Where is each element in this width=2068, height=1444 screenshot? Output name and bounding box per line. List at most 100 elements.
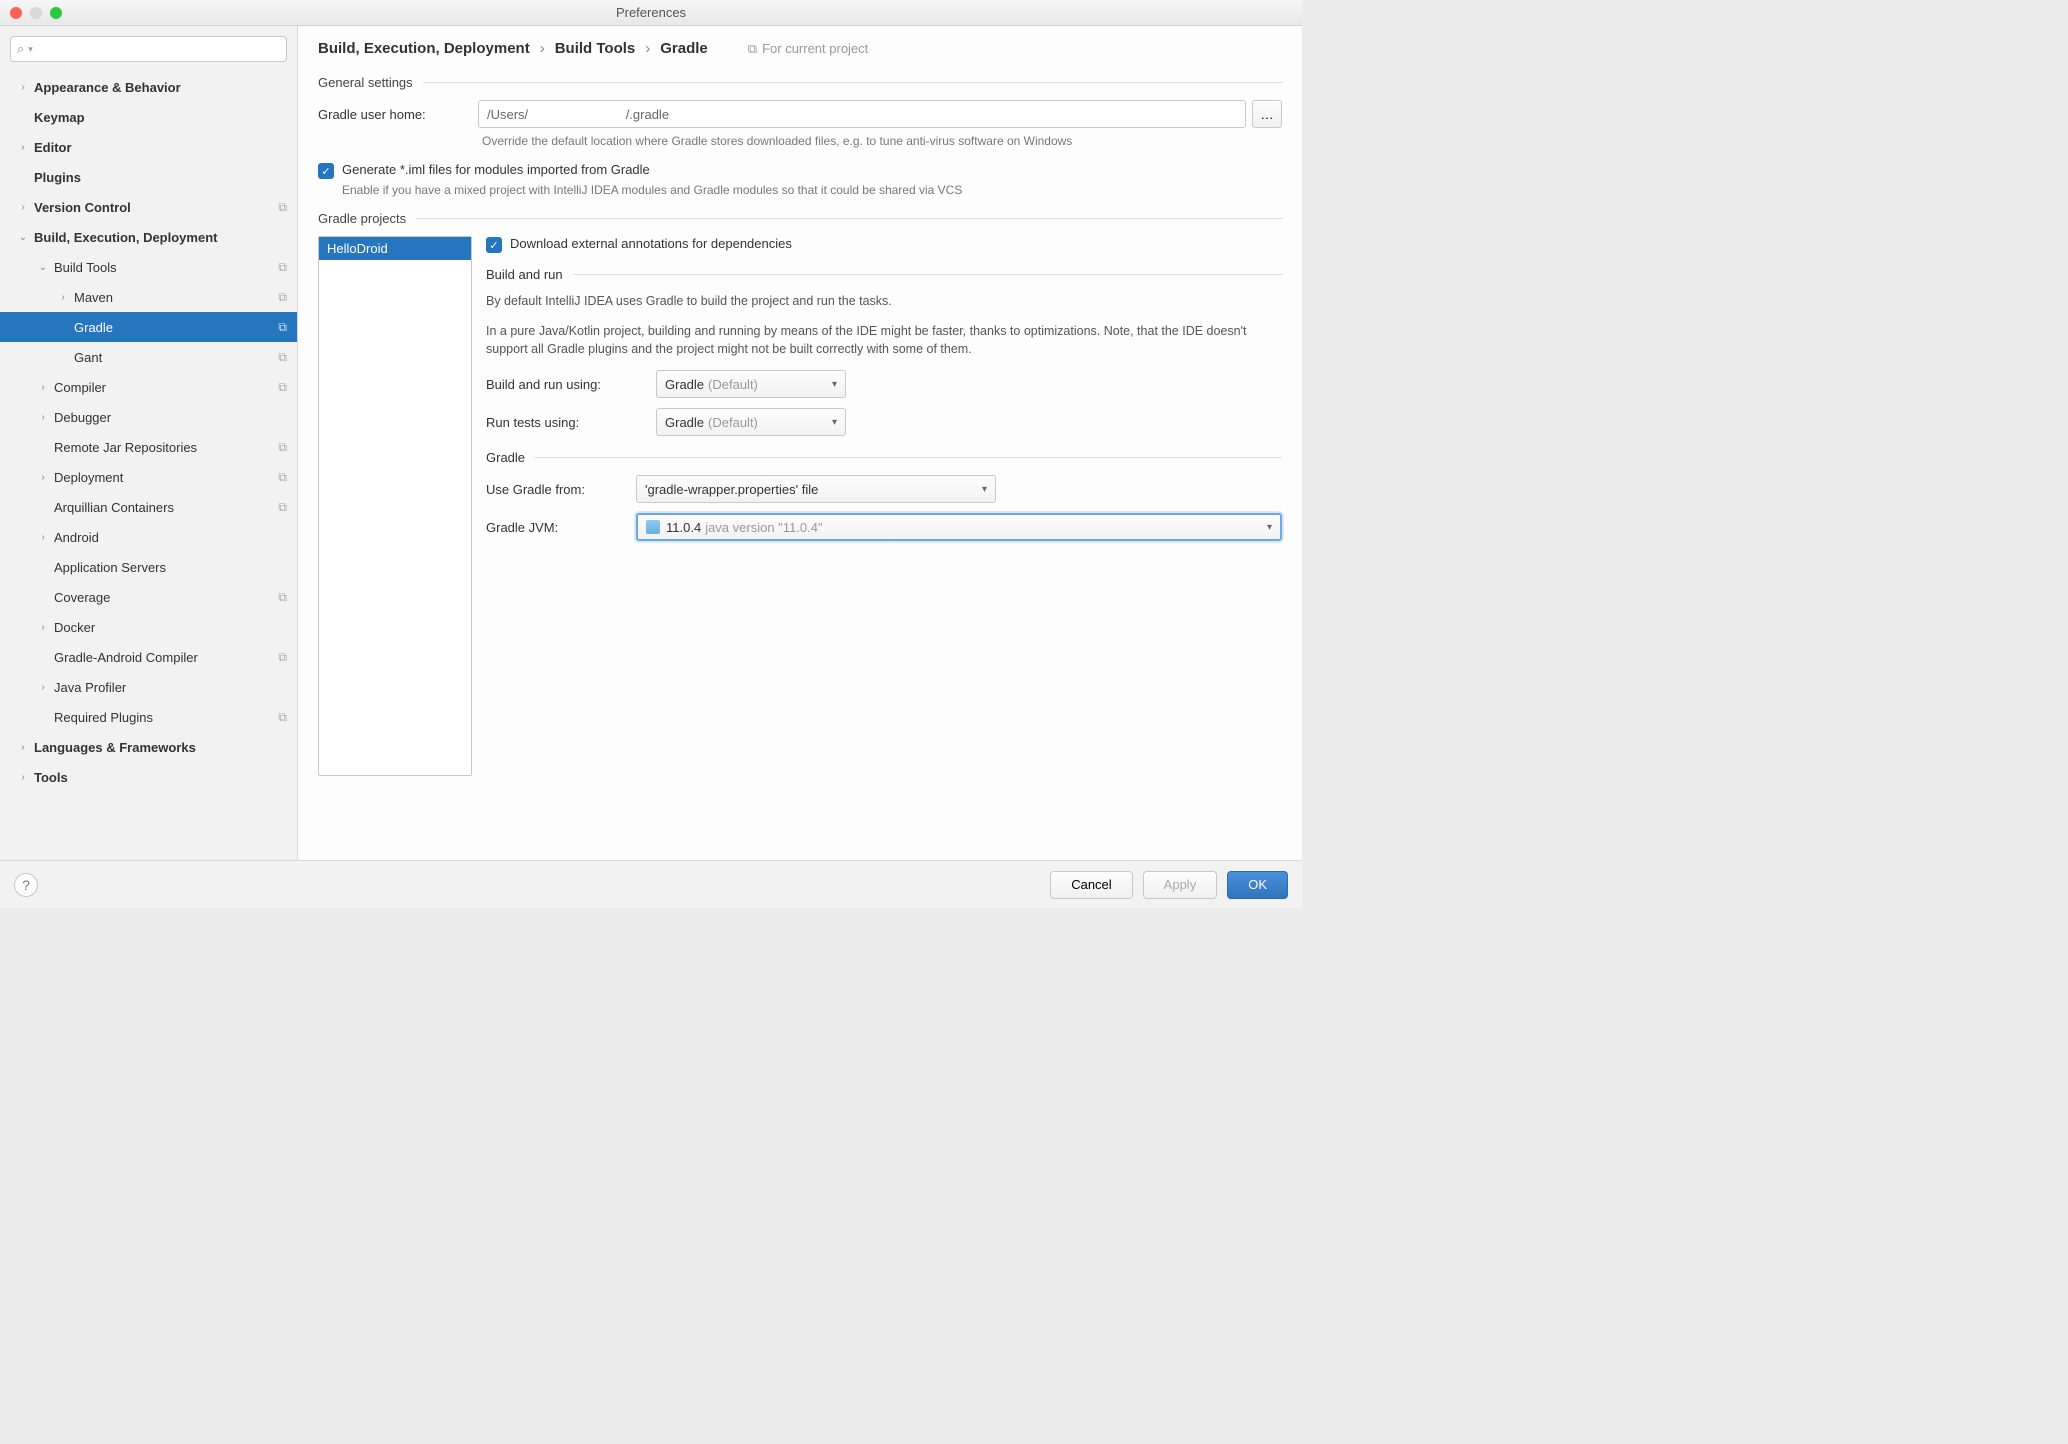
tree-item[interactable]: ›Deployment⧉ [0,462,297,492]
tree-item-label: Required Plugins [54,710,297,725]
tree-item[interactable]: Coverage⧉ [0,582,297,612]
apply-button[interactable]: Apply [1143,871,1218,899]
tree-item-label: Remote Jar Repositories [54,440,297,455]
jdk-icon [646,520,660,534]
build-using-combo[interactable]: Gradle (Default) ▾ [656,370,846,398]
section-general: General settings [318,75,1282,90]
browse-button[interactable]: … [1252,100,1282,128]
settings-tree: ›Appearance & BehaviorKeymap›EditorPlugi… [0,72,297,860]
chevron-icon: › [58,292,68,303]
project-details: ✓ Download external annotations for depe… [486,236,1282,776]
tree-item[interactable]: Remote Jar Repositories⧉ [0,432,297,462]
tree-item-label: Keymap [34,110,297,125]
use-gradle-from-combo[interactable]: 'gradle-wrapper.properties' file ▾ [636,475,996,503]
tree-item[interactable]: ›Languages & Frameworks [0,732,297,762]
tree-item-label: Appearance & Behavior [34,80,297,95]
cancel-button[interactable]: Cancel [1050,871,1132,899]
main-panel: Build, Execution, Deployment › Build Too… [298,26,1302,860]
tree-item[interactable]: ›Editor [0,132,297,162]
tree-item-label: Compiler [54,380,297,395]
tree-item[interactable]: Gradle-Android Compiler⧉ [0,642,297,672]
footer: ? Cancel Apply OK [0,860,1302,908]
tree-item-label: Android [54,530,297,545]
ok-button[interactable]: OK [1227,871,1288,899]
tree-item[interactable]: Required Plugins⧉ [0,702,297,732]
tree-item[interactable]: ›Docker [0,612,297,642]
tree-item[interactable]: ⌄Build Tools⧉ [0,252,297,282]
tree-item[interactable]: Gradle⧉ [0,312,297,342]
copy-icon: ⧉ [278,200,287,215]
tree-item[interactable]: ›Tools [0,762,297,792]
copy-icon: ⧉ [278,650,287,665]
generate-iml-label: Generate *.iml files for modules importe… [342,162,650,177]
tree-item-label: Gradle-Android Compiler [54,650,297,665]
search-input[interactable] [37,42,280,57]
gradle-home-hint: Override the default location where Grad… [482,134,1282,148]
copy-icon: ⧉ [278,590,287,605]
chevron-down-icon: ▾ [832,417,837,428]
chevron-icon: ⌄ [18,232,28,243]
titlebar: Preferences [0,0,1302,26]
download-annotations-checkbox[interactable]: ✓ [486,237,502,253]
tree-item-label: Gradle [74,320,297,335]
tree-item[interactable]: › Java Profiler [0,672,297,702]
tree-item[interactable]: ›Debugger [0,402,297,432]
chevron-icon: › [38,472,48,483]
tree-item[interactable]: ›Maven⧉ [0,282,297,312]
tree-item[interactable]: Plugins [0,162,297,192]
tree-item-label: Languages & Frameworks [34,740,297,755]
build-run-note-2: In a pure Java/Kotlin project, building … [486,322,1282,358]
tree-item[interactable]: Gant⧉ [0,342,297,372]
chevron-icon: › [38,682,48,693]
tree-item[interactable]: Keymap [0,102,297,132]
tree-item-label: Maven [74,290,297,305]
tree-item-label: Build, Execution, Deployment [34,230,297,245]
crumb-sep: › [540,40,545,57]
sidebar: ⌕ ▾ ›Appearance & BehaviorKeymap›EditorP… [0,26,298,860]
search-field[interactable]: ⌕ ▾ [10,36,287,62]
tree-item[interactable]: ›Compiler⧉ [0,372,297,402]
crumb-3: Gradle [660,40,708,57]
gradle-jvm-combo[interactable]: 11.0.4 java version "11.0.4" ▾ [636,513,1282,541]
tree-item[interactable]: › Version Control⧉ [0,192,297,222]
tree-item[interactable]: Arquillian Containers⧉ [0,492,297,522]
gradle-jvm-label: Gradle JVM: [486,520,636,535]
chevron-icon: › [18,202,28,213]
search-dropdown-icon[interactable]: ▾ [28,44,33,55]
help-button[interactable]: ? [14,873,38,897]
crumb-scope-hint: ⧉ For current project [748,41,869,57]
copy-icon: ⧉ [278,440,287,455]
chevron-icon: › [38,532,48,543]
tree-item[interactable]: ⌄ Build, Execution, Deployment [0,222,297,252]
tests-using-combo[interactable]: Gradle (Default) ▾ [656,408,846,436]
subsection-build-run: Build and run [486,267,1282,282]
chevron-down-icon: ▾ [1267,522,1272,533]
chevron-icon: › [18,142,28,153]
tree-item-label: Plugins [34,170,297,185]
tree-item[interactable]: Application Servers [0,552,297,582]
tests-using-label: Run tests using: [486,415,656,430]
subsection-gradle: Gradle [486,450,1282,465]
crumb-2: Build Tools [555,40,636,57]
tree-item-label: Application Servers [54,560,297,575]
project-item[interactable]: HelloDroid [319,237,471,260]
tree-item-label: Version Control [34,200,297,215]
tree-item-label: Java Profiler [54,680,297,695]
tree-item-label: Gant [74,350,297,365]
window-title: Preferences [0,5,1302,20]
copy-icon: ⧉ [278,710,287,725]
tree-item-label: Arquillian Containers [54,500,297,515]
build-using-label: Build and run using: [486,377,656,392]
tree-item[interactable]: ›Appearance & Behavior [0,72,297,102]
gradle-home-input[interactable] [478,100,1246,128]
tree-item-label: Deployment [54,470,297,485]
download-annotations-label: Download external annotations for depend… [510,236,792,251]
tree-item-label: Build Tools [54,260,297,275]
tree-item-label: Docker [54,620,297,635]
generate-iml-hint: Enable if you have a mixed project with … [342,183,1282,197]
breadcrumb: Build, Execution, Deployment › Build Too… [318,40,1282,57]
copy-icon: ⧉ [278,260,287,275]
tree-item[interactable]: › Android [0,522,297,552]
project-list[interactable]: HelloDroid [318,236,472,776]
generate-iml-checkbox[interactable]: ✓ [318,163,334,179]
